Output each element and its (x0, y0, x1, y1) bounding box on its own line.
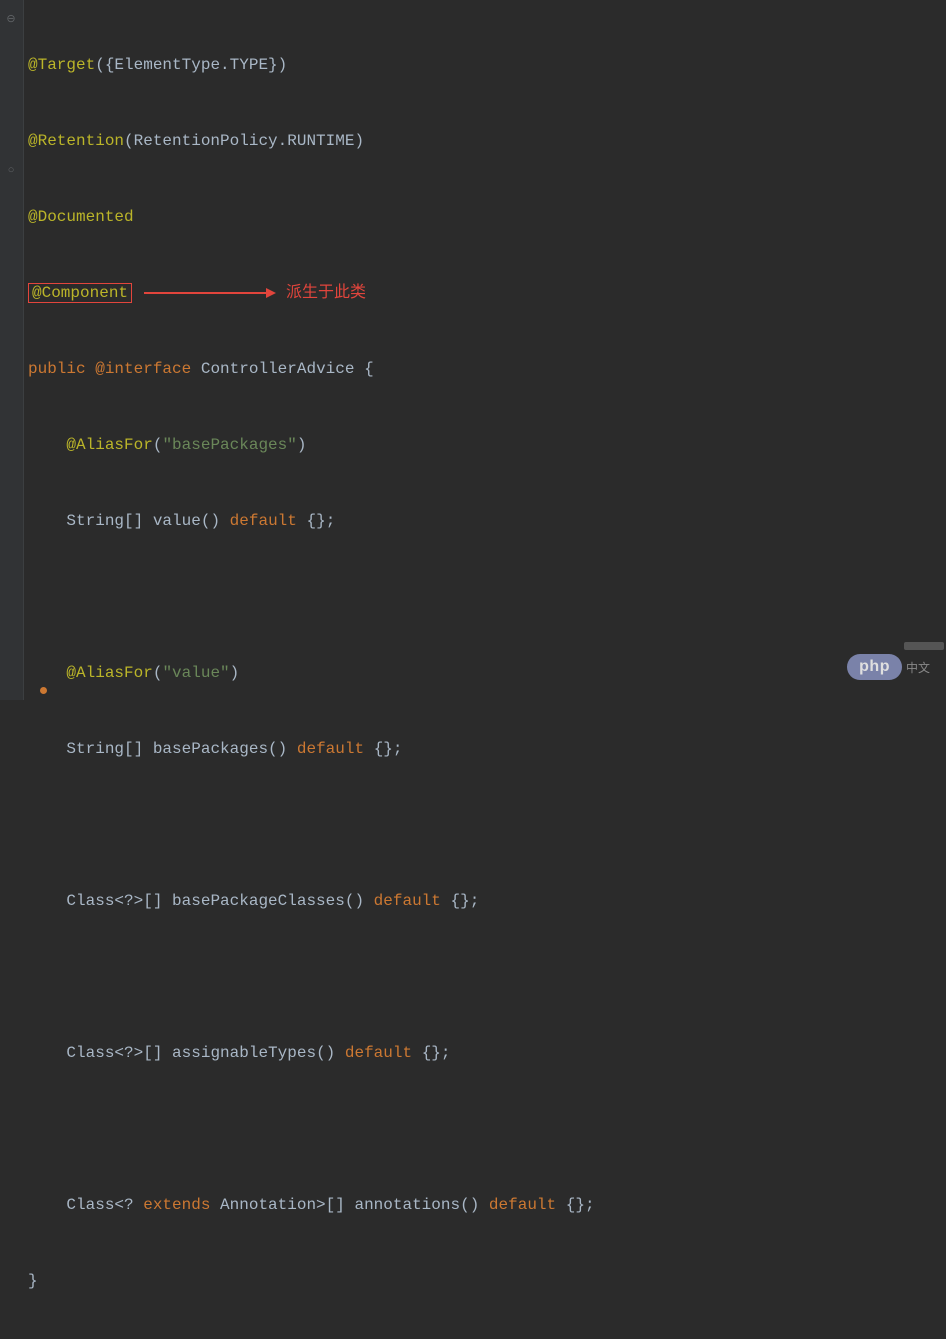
code-line: @AliasFor("basePackages") (28, 426, 946, 464)
code-line: String[] basePackages() default {}; (28, 730, 946, 768)
method-name: annotations (354, 1196, 460, 1214)
code-editor[interactable]: @Target({ElementType.TYPE}) @Retention(R… (0, 0, 946, 1338)
code-line: Class<?>[] assignableTypes() default {}; (28, 1034, 946, 1072)
watermark-text: 中文 (906, 659, 930, 676)
annotation-component: @Component (28, 283, 132, 303)
return-type: Class<?>[] (66, 1044, 162, 1062)
code-line: } (28, 1262, 946, 1300)
brace-open: { (364, 360, 374, 378)
watermark: php 中文 (847, 654, 930, 680)
code-line: @AliasFor("value") (28, 654, 946, 692)
code-line: Class<? extends Annotation>[] annotation… (28, 1186, 946, 1224)
annotation-target: @Target (28, 56, 95, 74)
horizontal-scrollbar[interactable] (904, 642, 944, 650)
return-type-prefix: Class<? (66, 1196, 143, 1214)
bulb-icon[interactable] (40, 687, 47, 694)
override-icon[interactable]: ○ (4, 164, 18, 178)
blank-line (28, 806, 946, 844)
kw-default: default (230, 512, 297, 530)
method-name: assignableTypes (172, 1044, 316, 1062)
type-name: ControllerAdvice (201, 360, 355, 378)
code-line: @Component 派生于此类 (28, 274, 946, 312)
default-value: {} (422, 1044, 441, 1062)
blank-line (28, 578, 946, 616)
string-value: "value" (162, 664, 229, 682)
code-line: public @interface ControllerAdvice { (28, 350, 946, 388)
default-value: {} (374, 740, 393, 758)
arrow-annotation: 派生于此类 (144, 274, 366, 312)
fold-icon[interactable]: ⊖ (4, 12, 18, 26)
method-name: value (153, 512, 201, 530)
retention-args: (RetentionPolicy.RUNTIME) (124, 132, 364, 150)
editor-gutter: ⊖ ○ (0, 0, 24, 700)
arrow-icon (144, 292, 274, 294)
target-args: ({ElementType.TYPE}) (95, 56, 287, 74)
return-type: String[] (66, 512, 143, 530)
arrow-label: 派生于此类 (286, 274, 366, 312)
kw-default: default (374, 892, 441, 910)
method-name: basePackages (153, 740, 268, 758)
code-line: Class<?>[] basePackageClasses() default … (28, 882, 946, 920)
paren-open: ( (153, 436, 163, 454)
blank-line (28, 958, 946, 996)
annotation-retention: @Retention (28, 132, 124, 150)
kw-atinterface: @interface (95, 360, 191, 378)
kw-default: default (489, 1196, 556, 1214)
default-value: {} (451, 892, 470, 910)
blank-line (28, 1110, 946, 1148)
kw-default: default (345, 1044, 412, 1062)
code-line: String[] value() default {}; (28, 502, 946, 540)
annotation-documented: @Documented (28, 208, 134, 226)
kw-public: public (28, 360, 86, 378)
return-type: String[] (66, 740, 143, 758)
annotation-aliasfor: @AliasFor (66, 436, 152, 454)
return-type-suffix: Annotation>[] (210, 1196, 344, 1214)
default-value: {} (566, 1196, 585, 1214)
return-type: Class<?>[] (66, 892, 162, 910)
default-value: {} (306, 512, 325, 530)
brace-close: } (28, 1272, 38, 1290)
paren-close: ) (297, 436, 307, 454)
kw-default: default (297, 740, 364, 758)
code-line: @Retention(RetentionPolicy.RUNTIME) (28, 122, 946, 160)
annotation-aliasfor: @AliasFor (66, 664, 152, 682)
string-basepackages: "basePackages" (162, 436, 296, 454)
php-logo: php (847, 654, 902, 680)
code-line: @Target({ElementType.TYPE}) (28, 46, 946, 84)
kw-extends: extends (143, 1196, 210, 1214)
method-name: basePackageClasses (172, 892, 345, 910)
code-line: @Documented (28, 198, 946, 236)
